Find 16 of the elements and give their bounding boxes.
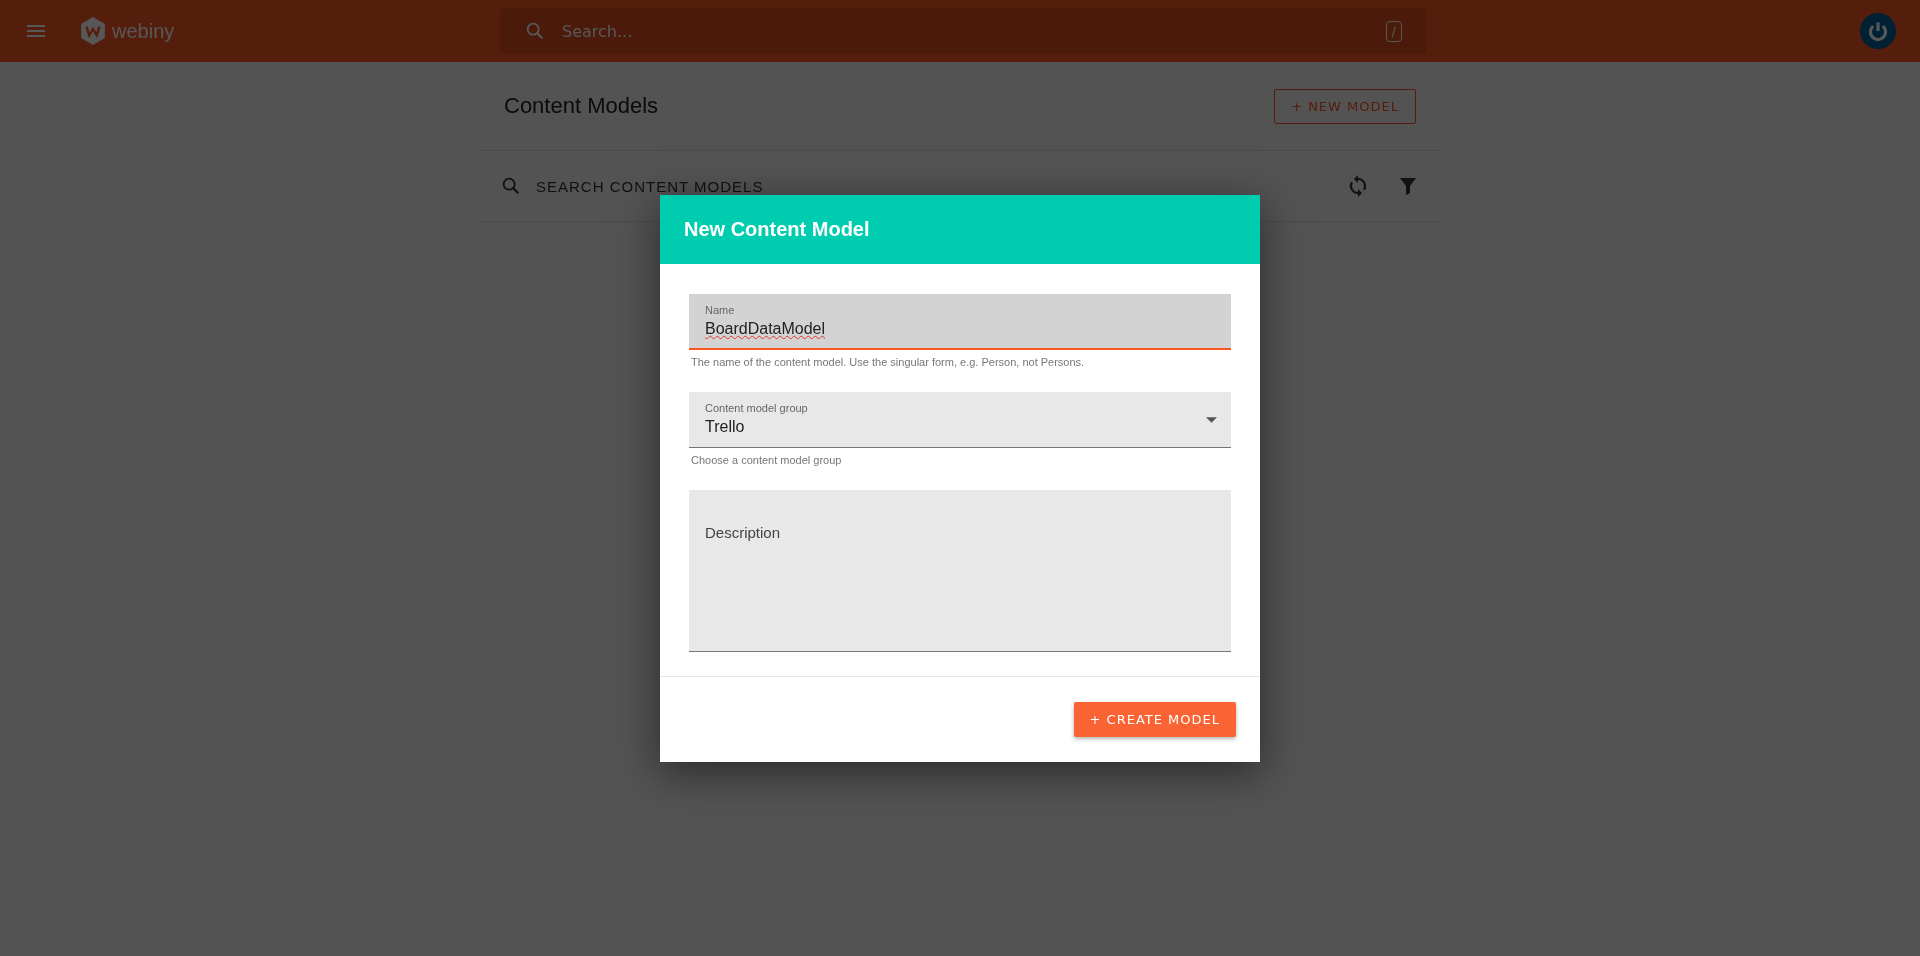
dialog-title: New Content Model: [684, 217, 870, 241]
search-icon: [500, 175, 522, 197]
input-field[interactable]: Name BoardDataModel: [689, 293, 1231, 350]
logo-text: webiny: [112, 19, 175, 43]
page-title: Content Models: [504, 93, 659, 119]
caret-icon: [1206, 416, 1217, 423]
search-field[interactable]: SEARCH CONTENT MODELS: [534, 176, 1320, 196]
power-icon[interactable]: [1860, 13, 1896, 49]
select-field[interactable]: Content model group Trello: [689, 391, 1231, 448]
helper-text: Choose a content model group: [691, 453, 843, 466]
search-icon: [524, 20, 546, 42]
textarea-field[interactable]: Description: [689, 489, 1231, 652]
logo-icon: [80, 17, 106, 45]
search-input[interactable]: Search...: [560, 20, 1386, 42]
helper-text: The name of the content model. Use the singular form, e.g. Person, not Persons.: [691, 355, 1086, 368]
shortcut-key: /: [1385, 20, 1402, 42]
